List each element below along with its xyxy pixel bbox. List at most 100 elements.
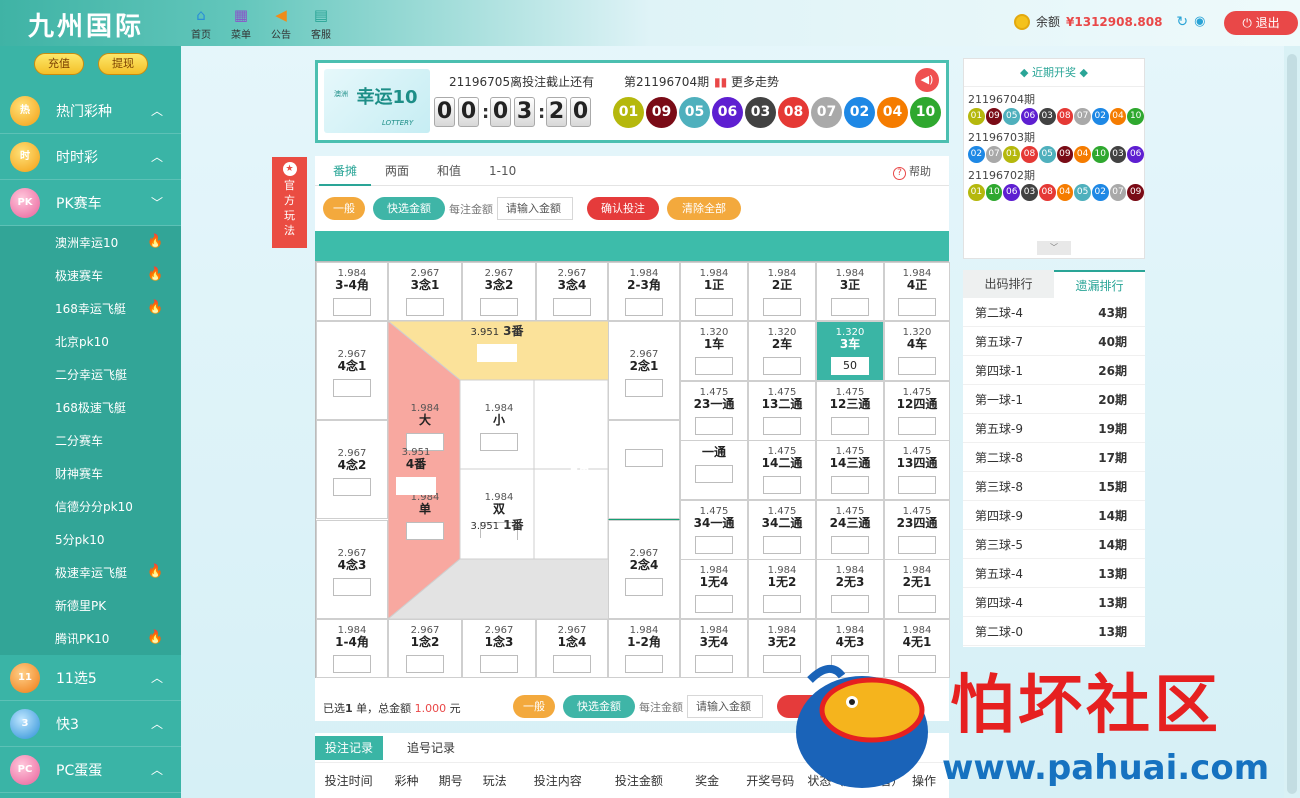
official-play-tab[interactable]: ★ 官方玩法 — [272, 157, 307, 248]
bet-cell-top[interactable]: 1.984 1正 — [680, 262, 748, 321]
bet-amount-input[interactable] — [898, 476, 936, 495]
help-link[interactable]: ? 帮助 — [893, 163, 931, 180]
bet-amount-input[interactable] — [625, 577, 663, 596]
bet-amount-input[interactable] — [695, 416, 733, 435]
confirm-bet-button[interactable]: 确认投注 — [587, 197, 659, 220]
bet-amount-input[interactable] — [406, 655, 444, 673]
bet-cell-top[interactable]: 2.967 3念4 — [536, 262, 608, 321]
sidebar-item-pk-game[interactable]: 新德里PK — [0, 589, 181, 622]
bet-cell-bottom[interactable]: 1.984 1-4角 — [316, 619, 388, 678]
bet-amount-input[interactable] — [396, 477, 436, 495]
site-logo[interactable]: 九州国际 — [28, 6, 144, 43]
bottom-amount-input[interactable]: 请输入金额 — [687, 695, 763, 718]
tab-chase-records[interactable]: 追号记录 — [397, 736, 465, 760]
bet-amount-input[interactable] — [695, 535, 733, 554]
sidebar-item-pk-game[interactable]: 168极速飞艇 — [0, 391, 181, 424]
bet-amount-input[interactable] — [553, 655, 591, 673]
amount-input[interactable]: 请输入金额 — [497, 197, 573, 220]
bet-amount-input[interactable] — [898, 416, 936, 435]
bet-amount-input[interactable] — [831, 476, 869, 495]
sidebar-cat-11x5[interactable]: 11 11选5 ︿ — [0, 655, 181, 701]
bet-cell-right-block[interactable]: 1.475 14三通 — [816, 440, 884, 501]
sidebar-cat-k3[interactable]: 3 快3 ︿ — [0, 701, 181, 747]
sidebar-item-pk-game[interactable]: 澳洲幸运10 🔥 — [0, 226, 181, 259]
bet-amount-input[interactable] — [695, 655, 733, 673]
bet-cell-top[interactable]: 1.984 3-4角 — [316, 262, 388, 321]
bet-cell-bottom[interactable]: 2.967 1念3 — [462, 619, 536, 678]
fan2-bet[interactable]: 3.951 2番 — [552, 444, 608, 497]
bet-amount-input[interactable] — [831, 535, 869, 554]
bet-cell-right-block[interactable]: 1.320 2车 — [748, 321, 816, 381]
sidebar-item-pk-game[interactable]: 信德分分pk10 — [0, 490, 181, 523]
bet-cell-right-block[interactable]: 1.475 24三通 — [816, 499, 884, 560]
bet-cell-right-block[interactable]: 1.320 4车 — [884, 321, 950, 381]
bet-cell-top[interactable]: 2.967 3念2 — [462, 262, 536, 321]
bet-cell-right-block[interactable]: 1.984 1无4 — [680, 559, 748, 620]
sidebar-item-pk-game[interactable]: 极速赛车 🔥 — [0, 259, 181, 292]
bet-amount-input[interactable] — [695, 357, 733, 375]
bet-cell-right[interactable]: 2.967 2念1 — [608, 321, 680, 420]
bet-cell-right-block[interactable]: 1.320 3车 50 — [816, 321, 884, 381]
bet-amount-input[interactable] — [763, 535, 801, 554]
bet-cell-bottom[interactable]: 2.967 1念2 — [388, 619, 462, 678]
bet-amount-input[interactable] — [831, 595, 869, 614]
speaker-icon[interactable]: ◀) — [915, 68, 939, 92]
bet-cell-right-block[interactable]: 1.984 2无3 — [816, 559, 884, 620]
bet-amount-input[interactable] — [695, 595, 733, 614]
logout-button[interactable]: ⏻ 退出 — [1224, 11, 1298, 35]
bet-cell-right-block[interactable]: 一通 — [680, 440, 748, 501]
bet-amount-input[interactable] — [333, 655, 371, 673]
sidebar-item-pk-game[interactable]: 二分幸运飞艇 — [0, 358, 181, 391]
bet-amount-input[interactable] — [480, 655, 518, 673]
bet-cell-top[interactable]: 1.984 2-3角 — [608, 262, 680, 321]
bet-cell-right-block[interactable]: 1.320 1车 — [680, 321, 748, 381]
bet-amount-input[interactable] — [477, 344, 517, 362]
bet-amount-input[interactable] — [480, 298, 518, 316]
bet-amount-input[interactable] — [695, 298, 733, 316]
bet-cell-right[interactable] — [608, 420, 680, 520]
bet-cell-right-block[interactable]: 1.475 34一通 — [680, 499, 748, 560]
tab-hot-ranking[interactable]: 出码排行 — [963, 270, 1054, 298]
bet-amount-input[interactable] — [333, 298, 371, 316]
sidebar-cat-pc[interactable]: PC PC蛋蛋 ︿ — [0, 747, 181, 793]
bet-cell-bottom[interactable]: 1.984 1-2角 — [608, 619, 680, 678]
tab-sum[interactable]: 和值 — [423, 156, 475, 186]
bet-amount-input[interactable] — [625, 379, 663, 397]
clear-all-button[interactable]: 清除全部 — [667, 197, 741, 220]
bet-amount-input[interactable] — [831, 416, 869, 435]
tab-bet-records[interactable]: 投注记录 — [315, 735, 384, 760]
bet-amount-input[interactable] — [333, 577, 371, 596]
nav-home[interactable]: ⌂ 首页 — [188, 6, 214, 41]
sidebar-item-pk-game[interactable]: 财神赛车 — [0, 457, 181, 490]
fan4-bet[interactable]: 3.951 4番 — [388, 442, 444, 495]
bet-amount-input[interactable] — [406, 522, 444, 540]
bet-amount-input[interactable] — [695, 465, 733, 484]
bet-cell-top[interactable]: 2.967 3念1 — [388, 262, 462, 321]
bet-amount-input[interactable] — [763, 298, 801, 316]
bet-amount-input[interactable] — [831, 298, 869, 316]
refresh-icon[interactable]: ↻ — [1176, 14, 1188, 30]
bet-amount-input[interactable] — [477, 538, 517, 556]
bet-amount-input[interactable] — [898, 535, 936, 554]
tab-two-sides[interactable]: 两面 — [371, 156, 423, 186]
bottom-mode-button[interactable]: 一般 — [513, 695, 555, 718]
bet-cell-right-block[interactable]: 1.475 23一通 — [680, 380, 748, 441]
bet-cell-left[interactable]: 2.967 4念3 — [316, 519, 388, 619]
tab-1-10[interactable]: 1-10 — [475, 156, 530, 186]
bet-amount-input[interactable]: 50 — [831, 357, 869, 375]
bet-cell-top[interactable]: 1.984 2正 — [748, 262, 816, 321]
bet-cell-right-block[interactable]: 1.475 13二通 — [748, 380, 816, 441]
recharge-button[interactable]: 充值 — [34, 53, 84, 75]
bet-cell-bottom[interactable]: 1.984 3无4 — [680, 619, 748, 678]
sidebar-cat-ssc[interactable]: 时时时彩 ︿ — [0, 134, 181, 180]
sidebar-cat-hot[interactable]: 热热门彩种 ︿ — [0, 88, 181, 134]
nav-menu[interactable]: ▦ 菜单 — [228, 6, 254, 41]
sidebar-item-pk-game[interactable]: 二分赛车 — [0, 424, 181, 457]
bet-amount-input[interactable] — [333, 478, 371, 497]
bet-amount-input[interactable] — [625, 449, 663, 468]
bet-cell-bottom[interactable]: 2.967 1念4 — [536, 619, 608, 678]
sidebar-item-pk-game[interactable]: 腾讯PK10 🔥 — [0, 622, 181, 655]
bet-cell-right[interactable]: 2.967 2念4 — [608, 519, 680, 619]
bet-cell-right-block[interactable]: 1.475 23四通 — [884, 499, 950, 560]
fan1-bet[interactable]: 3.951 1番 — [452, 518, 542, 556]
